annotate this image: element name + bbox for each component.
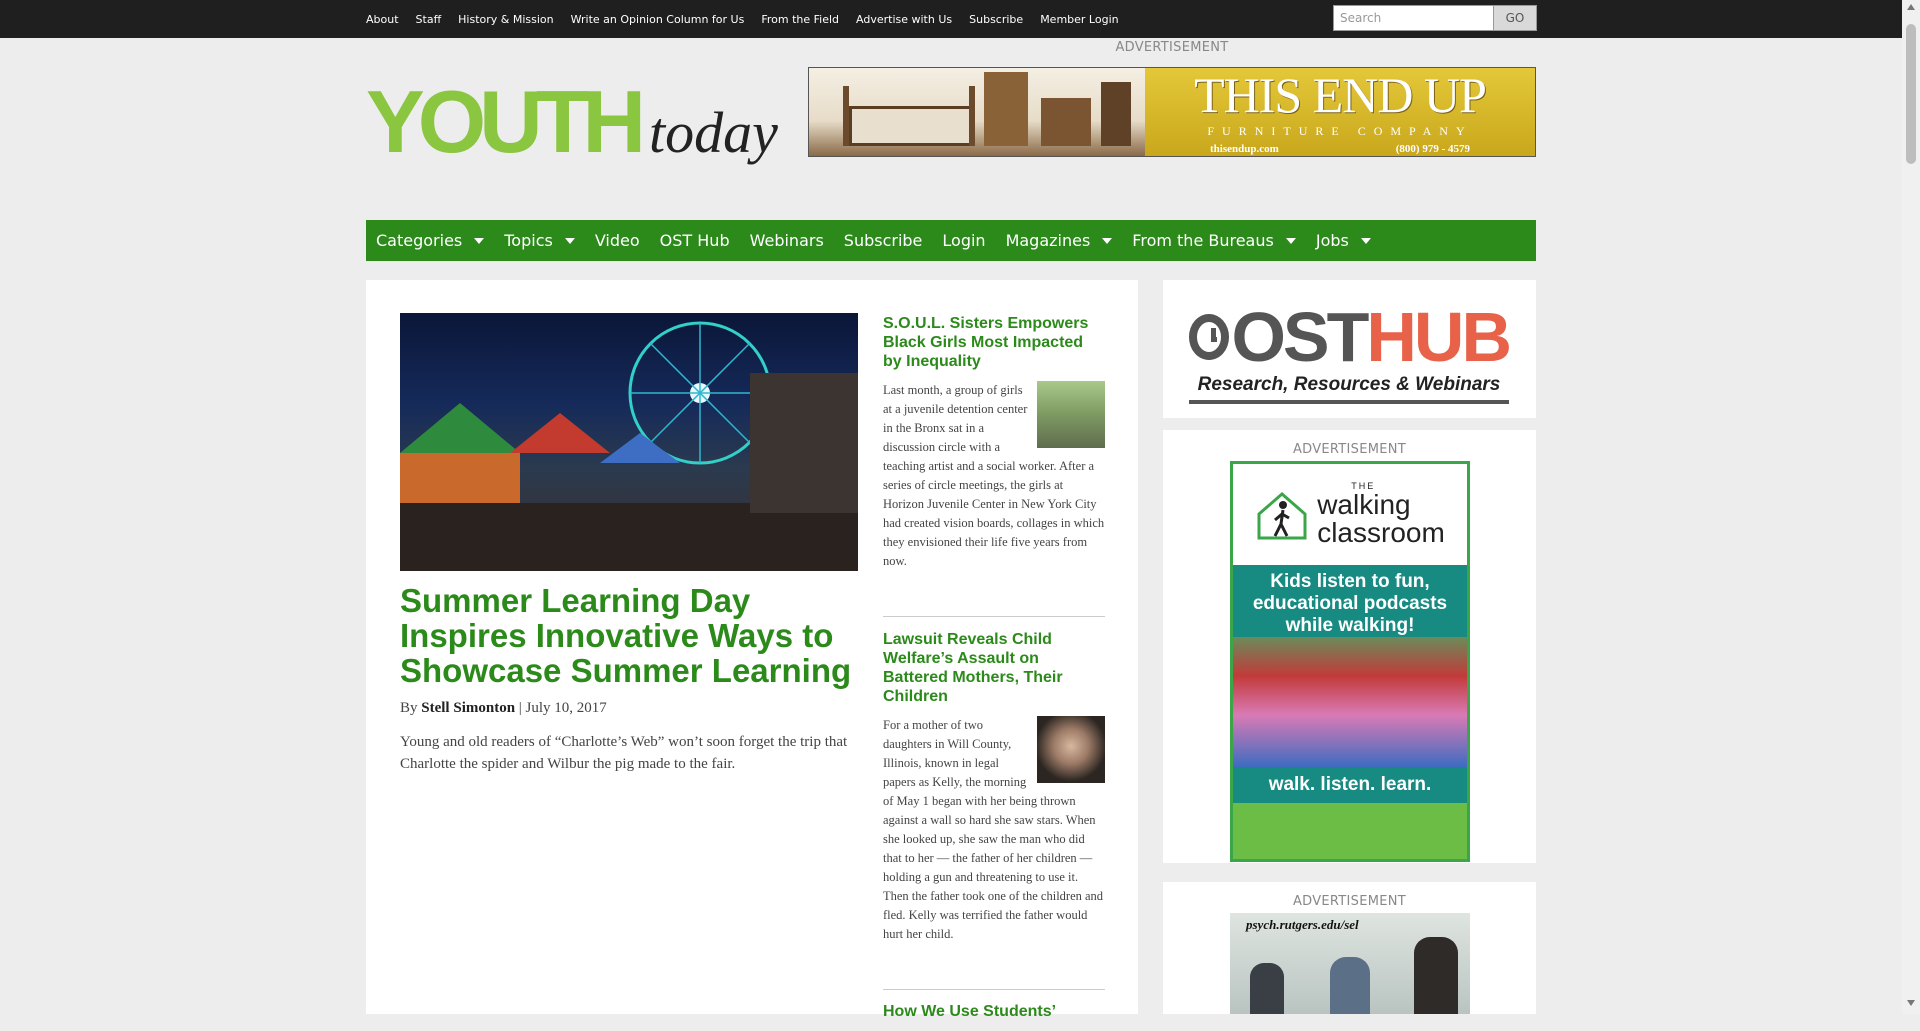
nav-item-label: From the Bureaus [1132, 231, 1274, 250]
search-go-button[interactable]: GO [1493, 5, 1537, 31]
nav-item-label: Magazines [1005, 231, 1091, 250]
story-divider [883, 989, 1105, 990]
site-logo[interactable]: YOUTH today [366, 78, 778, 166]
nav-item-label: Subscribe [843, 231, 923, 250]
nav-item-topics[interactable]: Topics [504, 231, 575, 250]
nav-item-label: Webinars [749, 231, 824, 250]
side-story: S.O.U.L. Sisters Empowers Black Girls Mo… [883, 314, 1105, 571]
banner-brand: THIS END UP [1194, 67, 1487, 123]
sidebar-ad-box: ADVERTISEMENT THE walking classroom Kids… [1163, 430, 1536, 863]
utility-nav: About Staff History & Mission Write an O… [366, 0, 1136, 38]
side-story-title[interactable]: How We Use Students’ [883, 1002, 1105, 1021]
walking-slogan: walk. listen. learn. [1233, 767, 1467, 803]
scroll-down-arrow-icon[interactable] [1907, 1000, 1915, 1006]
nav-item-label: Jobs [1315, 231, 1349, 250]
banner-subtitle: FURNITURE COMPANY [1207, 123, 1473, 138]
walking-headline: Kids listen to fun, educational podcasts… [1233, 565, 1467, 637]
banner-copy: THIS END UP FURNITURE COMPANY thisendup.… [1145, 68, 1535, 156]
scrollbar-thumb[interactable] [1906, 24, 1916, 164]
walking-classroom-logo: THE walking classroom [1233, 464, 1467, 565]
ad-label: ADVERTISEMENT [1292, 442, 1407, 457]
byline-prefix: By [400, 700, 418, 716]
sidebar-ad-box: ADVERTISEMENT psych.rutgers.edu/sel [1163, 882, 1536, 1014]
nav-item-jobs[interactable]: Jobs [1316, 231, 1371, 250]
ad-label: ADVERTISEMENT [1292, 894, 1407, 909]
osthub-word-hub: HUB [1366, 298, 1512, 376]
nav-item-label: Topics [504, 231, 553, 250]
osthub-word-ost: OST [1231, 298, 1369, 376]
side-story: Lawsuit Reveals Child Welfare’s Assault … [883, 630, 1105, 944]
walking-brand-line1: walking [1317, 489, 1411, 520]
top-bar: About Staff History & Mission Write an O… [0, 0, 1920, 38]
walking-brand-line2: classroom [1317, 517, 1445, 548]
nav-item-label: OST Hub [659, 231, 730, 250]
nav-item-ost-hub[interactable]: OST Hub [660, 231, 730, 250]
rutgers-ad[interactable]: psych.rutgers.edu/sel [1230, 913, 1470, 1014]
nav-item-login[interactable]: Login [942, 231, 985, 250]
feature-byline: By Stell Simonton | July 10, 2017 [400, 700, 607, 717]
caret-down-icon [474, 237, 485, 244]
utility-link-opinion[interactable]: Write an Opinion Column for Us [571, 13, 745, 26]
side-story-title[interactable]: Lawsuit Reveals Child Welfare’s Assault … [883, 630, 1105, 706]
caret-down-icon [1285, 237, 1296, 244]
side-story: How We Use Students’ [883, 1002, 1105, 1031]
banner-phone: (800) 979 - 4579 [1395, 142, 1470, 155]
nav-item-label: Login [942, 231, 986, 250]
osthub-promo[interactable]: OST HUB Research, Resources & Webinars [1163, 280, 1536, 418]
ad-label: ADVERTISEMENT [1115, 40, 1229, 55]
nav-item-magazines[interactable]: Magazines [1006, 231, 1113, 250]
utility-link-from-the-field[interactable]: From the Field [761, 13, 839, 26]
scroll-up-arrow-icon[interactable] [1907, 4, 1915, 10]
walking-kids-photo [1233, 637, 1467, 767]
nav-item-from-the-bureaus[interactable]: From the Bureaus [1132, 231, 1296, 250]
nav-item-label: Video [594, 231, 640, 250]
walking-person-icon [1257, 491, 1307, 539]
clock-icon [1189, 314, 1230, 360]
utility-link-member-login[interactable]: Member Login [1040, 13, 1118, 26]
utility-link-advertise[interactable]: Advertise with Us [856, 13, 952, 26]
utility-link-history[interactable]: History & Mission [458, 13, 553, 26]
caret-down-icon [1360, 237, 1371, 244]
osthub-tagline: Research, Resources & Webinars [1197, 374, 1501, 395]
page-scrollbar[interactable] [1902, 0, 1920, 1014]
logo-word-today: today [649, 100, 778, 165]
side-story-title[interactable]: S.O.U.L. Sisters Empowers Black Girls Mo… [883, 314, 1105, 371]
nav-item-webinars[interactable]: Webinars [750, 231, 824, 250]
byline-author[interactable]: Stell Simonton [421, 700, 515, 716]
rutgers-url: psych.rutgers.edu/sel [1246, 917, 1359, 932]
main-nav: Categories Topics Video OST Hub Webinars Subs… [366, 220, 1536, 261]
feature-excerpt: Young and old readers of “Charlotte’s We… [400, 734, 848, 772]
banner-website: thisendup.com [1210, 142, 1279, 155]
top-banner-ad[interactable]: THIS END UP FURNITURE COMPANY thisendup.… [808, 67, 1536, 157]
walking-classroom-ad[interactable]: THE walking classroom Kids listen to fun… [1230, 461, 1470, 862]
fair-ferris-wheel-image [400, 321, 858, 571]
utility-link-subscribe[interactable]: Subscribe [969, 13, 1023, 26]
osthub-logo: OST HUB Research, Resources & Webinars [1189, 298, 1512, 404]
side-story-thumbnail[interactable] [1037, 716, 1105, 783]
walking-grass-graphic [1233, 803, 1467, 859]
caret-down-icon [1102, 237, 1113, 244]
search-form: GO [1333, 5, 1537, 31]
nav-item-subscribe[interactable]: Subscribe [844, 231, 923, 250]
search-input[interactable] [1333, 5, 1493, 31]
main-content: Summer Learning Day Inspires Innovative … [366, 280, 1138, 1020]
byline-date: | July 10, 2017 [518, 700, 607, 716]
nav-item-categories[interactable]: Categories [376, 231, 485, 250]
caret-down-icon [564, 237, 575, 244]
logo-word-youth: YOUTH [366, 72, 646, 171]
nav-item-label: Categories [376, 231, 463, 250]
nav-item-video[interactable]: Video [595, 231, 640, 250]
banner-furniture-photo [809, 68, 1145, 156]
side-story-thumbnail[interactable] [1037, 381, 1105, 448]
osthub-underline [1189, 400, 1509, 404]
feature-headline[interactable]: Summer Learning Day Inspires Innovative … [400, 583, 860, 688]
feature-image[interactable] [400, 313, 858, 571]
story-divider [883, 616, 1105, 617]
utility-link-about[interactable]: About [366, 13, 399, 26]
utility-link-staff[interactable]: Staff [416, 13, 442, 26]
